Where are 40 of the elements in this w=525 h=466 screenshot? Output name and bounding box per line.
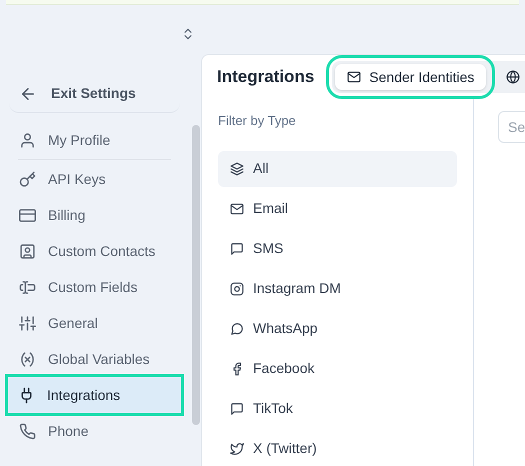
card-icon (19, 206, 36, 224)
phone-icon (19, 422, 36, 440)
chat-icon (230, 402, 244, 416)
tab[interactable]: Sender Identities (335, 64, 486, 90)
filter-item[interactable]: Facebook (218, 350, 457, 386)
mail-icon (347, 70, 362, 84)
instagram-icon (230, 282, 244, 296)
sliders-icon (19, 314, 36, 332)
filter-item[interactable]: All (218, 150, 457, 186)
sidebar-item[interactable]: Phone (9, 413, 180, 449)
key-icon (19, 170, 36, 188)
sidebar-item[interactable]: My Profile (9, 122, 180, 158)
scrollbar[interactable] (192, 125, 200, 425)
sidebar-item[interactable]: Custom Contacts (9, 233, 180, 269)
user-icon (19, 132, 36, 148)
text-field-icon (19, 278, 36, 296)
filter-item[interactable]: Email (218, 190, 457, 226)
panel-title: Integrations (217, 66, 314, 88)
sidebar-item[interactable]: General (9, 305, 180, 341)
filter-item[interactable]: X (Twitter) (218, 430, 457, 466)
sidebar-item[interactable]: Custom Fields (9, 269, 180, 305)
filter-item[interactable]: TikTok (218, 390, 457, 426)
sidebar-item[interactable]: Global Variables (9, 341, 180, 377)
sidebar-item[interactable]: API Keys (9, 161, 180, 197)
chat-icon (230, 242, 244, 256)
bird-icon (230, 442, 244, 456)
chat-bubble-icon (230, 322, 244, 336)
mail-icon (230, 202, 244, 216)
contact-icon (19, 242, 36, 260)
exit-settings-button[interactable]: Exit Settings (9, 75, 180, 113)
filter-item[interactable]: Instagram DM (218, 270, 457, 306)
filter-item[interactable]: WhatsApp (218, 310, 457, 346)
filter-heading: Filter by Type (218, 112, 297, 130)
sidebar-item[interactable]: Integrations (8, 377, 181, 413)
layers-icon (230, 162, 244, 176)
search-field[interactable]: Se (498, 111, 525, 143)
sidebar-item[interactable]: Billing (9, 197, 180, 233)
variable-icon (19, 350, 36, 368)
globe-icon (506, 70, 520, 84)
filter-item[interactable]: SMS (218, 230, 457, 266)
